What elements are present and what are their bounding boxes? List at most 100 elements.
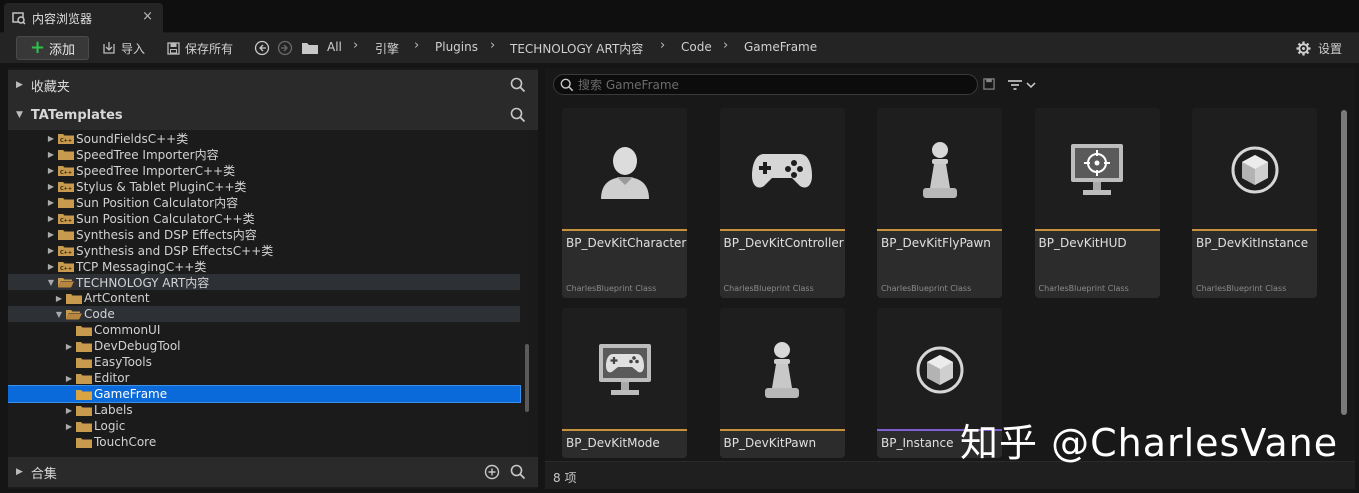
search-icon[interactable] xyxy=(510,464,526,484)
asset-tile[interactable]: BP_DevKitMode xyxy=(562,308,687,458)
asset-type-bar xyxy=(1192,229,1317,231)
tree-item[interactable]: GameFrame xyxy=(8,385,521,403)
asset-tile[interactable]: BP_DevKitInstance CharlesBlueprint Class xyxy=(1192,108,1317,298)
asset-tile[interactable]: BP_DevKitFlyPawn CharlesBlueprint Class xyxy=(877,108,1002,298)
import-button[interactable]: 导入 xyxy=(102,39,145,57)
tree-item[interactable]: ▶ ArtContent xyxy=(8,290,520,306)
expand-arrow-icon[interactable]: ▶ xyxy=(46,230,56,239)
tab-content-browser[interactable]: 内容浏览器 × xyxy=(4,3,163,33)
add-circle-icon[interactable] xyxy=(484,464,500,484)
asset-name: BP_DevKitFlyPawn xyxy=(881,236,991,250)
search-input[interactable]: 搜索 GameFrame xyxy=(553,74,978,95)
open-folder-icon xyxy=(58,277,74,288)
tree-item[interactable]: ▶ Labels xyxy=(8,402,520,418)
tree-item[interactable]: ▶ DevDebugTool xyxy=(8,338,520,354)
chevron-right-icon[interactable]: › xyxy=(414,38,419,53)
tree-item[interactable]: ▼ TECHNOLOGY ART内容 xyxy=(8,274,520,290)
collapse-arrow-icon[interactable]: ▼ xyxy=(46,278,56,287)
cpp-folder-icon: C++ xyxy=(58,261,74,272)
asset-tile[interactable]: BP_DevKitController CharlesBlueprint Clas… xyxy=(719,108,845,298)
asset-scrollbar[interactable] xyxy=(1341,110,1347,415)
tree-item[interactable]: ▶ C++ Stylus & Tablet PluginC++类 xyxy=(8,178,520,194)
tree-scrollbar[interactable] xyxy=(525,344,529,412)
expand-arrow-icon[interactable]: ▶ xyxy=(54,294,64,303)
tree-item[interactable]: ▶ C++ SoundFieldsC++类 xyxy=(8,130,520,146)
save-search-icon[interactable] xyxy=(983,78,995,90)
favorites-header[interactable]: ▶ 收藏夹 xyxy=(8,70,538,100)
tree-item-label: Sun Position CalculatorC++类 xyxy=(76,211,255,226)
tree-item-label: SpeedTree Importer内容 xyxy=(76,147,219,162)
settings-button[interactable]: 设置 xyxy=(1296,39,1342,57)
asset-thumbnail xyxy=(1192,108,1317,231)
tree-item[interactable]: ▶ C++ SpeedTree ImporterC++类 xyxy=(8,162,520,178)
folder-icon xyxy=(66,293,82,304)
tree-item-label: CommonUI xyxy=(94,323,161,337)
collections-header[interactable]: ▶ 合集 xyxy=(8,457,538,487)
asset-thumbnail xyxy=(1034,108,1160,231)
project-header[interactable]: ▼ TATemplates xyxy=(8,100,538,130)
chevron-right-icon[interactable]: › xyxy=(723,38,728,53)
asset-tile[interactable]: BP_DevKitPawn xyxy=(719,308,845,458)
folder-icon xyxy=(76,325,92,336)
tree-item[interactable]: ▼ Code xyxy=(8,306,520,322)
add-button[interactable]: + 添加 xyxy=(16,36,89,60)
tree-item[interactable]: EasyTools xyxy=(8,354,520,370)
expand-arrow-icon[interactable]: ▶ xyxy=(64,374,74,383)
tree-item[interactable]: TouchCore xyxy=(8,434,520,450)
asset-type-bar xyxy=(562,429,687,431)
breadcrumb-code[interactable]: Code xyxy=(681,40,712,54)
tree-item[interactable]: ▶ SpeedTree Importer内容 xyxy=(8,146,520,162)
asset-name: BP_DevKitPawn xyxy=(723,436,817,450)
svg-text:C++: C++ xyxy=(60,138,72,144)
breadcrumb-all[interactable]: All xyxy=(327,40,342,54)
expand-arrow-icon[interactable]: ▶ xyxy=(46,134,56,143)
search-icon[interactable] xyxy=(510,77,526,97)
chevron-right-icon[interactable]: › xyxy=(660,38,665,53)
collapse-arrow-icon[interactable]: ▼ xyxy=(54,310,64,319)
settings-label: 设置 xyxy=(1318,41,1343,56)
breadcrumb-engine[interactable]: 引擎 xyxy=(375,40,399,57)
search-icon[interactable] xyxy=(510,107,526,127)
cpp-folder-icon: C++ xyxy=(58,245,74,256)
tab-bar: 内容浏览器 × xyxy=(0,0,1359,33)
back-button[interactable] xyxy=(254,39,270,57)
svg-text:C++: C++ xyxy=(60,250,72,256)
expand-arrow-icon[interactable]: ▶ xyxy=(46,198,56,207)
collapse-arrow-icon[interactable]: ▼ xyxy=(16,110,23,120)
asset-tile[interactable]: BP_DevKitCharacter CharlesBlueprint Class xyxy=(562,108,687,298)
breadcrumb-plugins[interactable]: Plugins xyxy=(435,40,478,54)
expand-arrow-icon[interactable]: ▶ xyxy=(46,182,56,191)
expand-arrow-icon[interactable]: ▶ xyxy=(16,80,23,90)
close-icon[interactable]: × xyxy=(142,9,153,24)
tree-item-label: SoundFieldsC++类 xyxy=(76,131,189,146)
tree-item[interactable]: ▶ Editor xyxy=(8,370,520,386)
favorites-label: 收藏夹 xyxy=(30,79,70,95)
tree-item[interactable]: ▶ Logic xyxy=(8,418,520,434)
tree-item[interactable]: ▶ C++ Synthesis and DSP EffectsC++类 xyxy=(8,242,520,258)
expand-arrow-icon[interactable]: ▶ xyxy=(64,342,74,351)
expand-arrow-icon[interactable]: ▶ xyxy=(46,262,56,271)
back-icon xyxy=(254,40,270,56)
expand-arrow-icon[interactable]: ▶ xyxy=(46,166,56,175)
save-all-button[interactable]: 保存所有 xyxy=(167,39,233,57)
expand-arrow-icon[interactable]: ▶ xyxy=(64,422,74,431)
save-all-label: 保存所有 xyxy=(185,41,234,56)
breadcrumb-gameframe[interactable]: GameFrame xyxy=(744,40,817,54)
chevron-right-icon[interactable]: › xyxy=(353,38,358,53)
tree-item[interactable]: ▶ C++ Sun Position CalculatorC++类 xyxy=(8,210,520,226)
tree-item[interactable]: ▶ C++ TCP MessagingC++类 xyxy=(8,258,520,274)
expand-arrow-icon[interactable]: ▶ xyxy=(46,150,56,159)
tree-item[interactable]: ▶ Synthesis and DSP Effects内容 xyxy=(8,226,520,242)
expand-arrow-icon[interactable]: ▶ xyxy=(46,246,56,255)
tree-item[interactable]: CommonUI xyxy=(8,322,520,338)
breadcrumb-technology-art[interactable]: TECHNOLOGY ART内容 xyxy=(510,40,643,57)
filter-icon[interactable] xyxy=(1007,78,1037,92)
expand-arrow-icon[interactable]: ▶ xyxy=(64,406,74,415)
expand-arrow-icon[interactable]: ▶ xyxy=(16,467,23,477)
expand-arrow-icon[interactable]: ▶ xyxy=(46,214,56,223)
forward-button[interactable] xyxy=(277,39,293,57)
tree-item[interactable]: ▶ Sun Position Calculator内容 xyxy=(8,194,520,210)
chevron-right-icon[interactable]: › xyxy=(490,38,495,53)
asset-tile[interactable]: BP_DevKitHUD CharlesBlueprint Class xyxy=(1034,108,1160,298)
folder-icon xyxy=(58,229,74,240)
